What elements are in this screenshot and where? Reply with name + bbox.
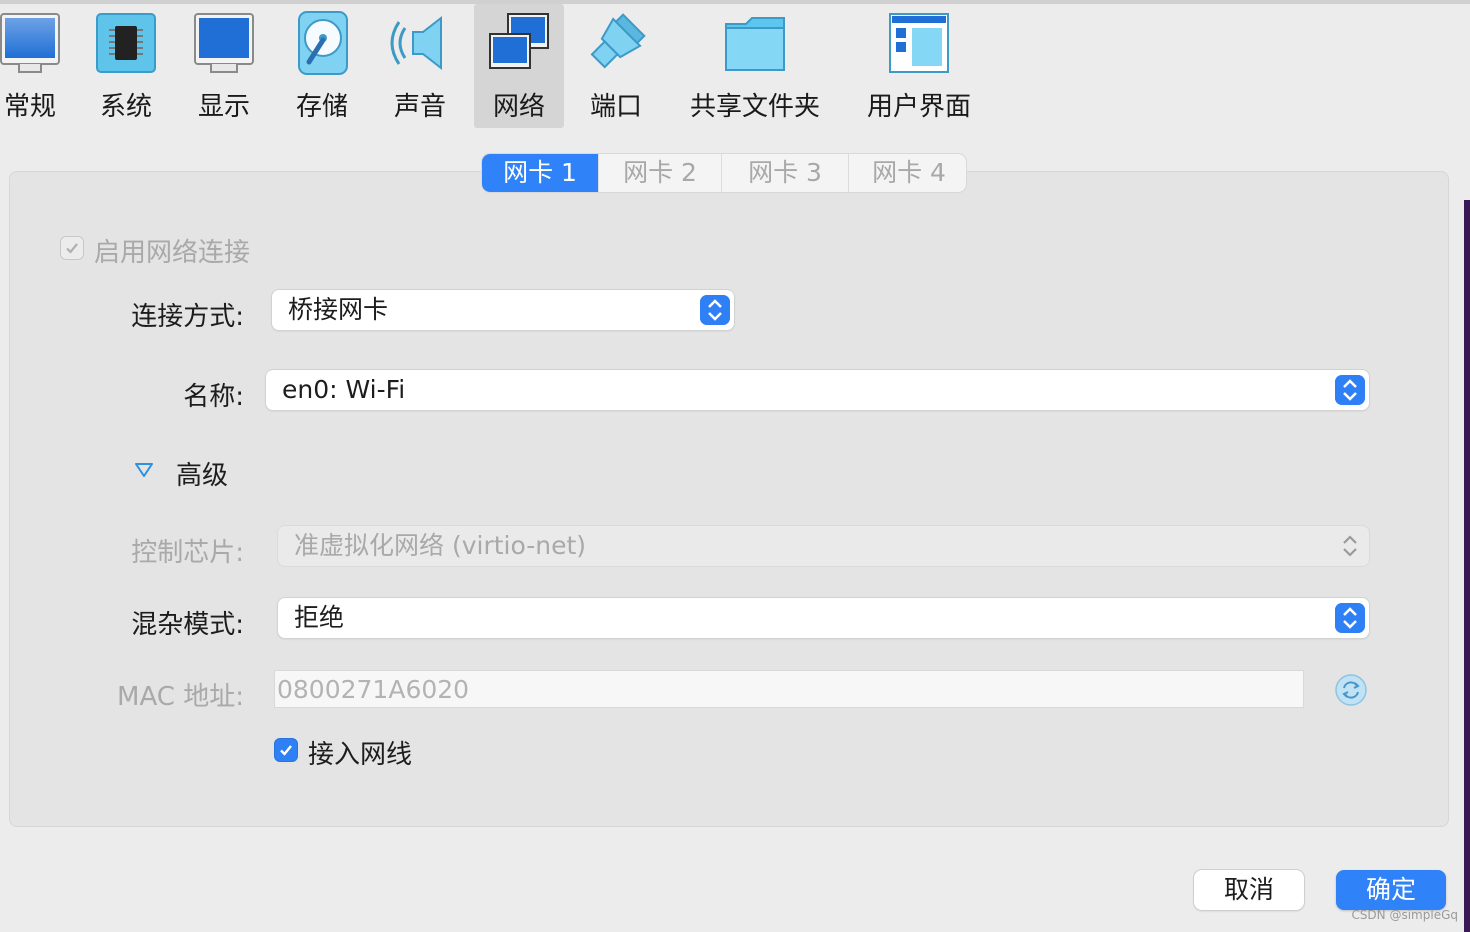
tab-adapter-3[interactable]: 网卡 3 xyxy=(722,154,849,192)
watermark: CSDN @simpleGq xyxy=(1351,908,1458,922)
toolbar-label: 系统 xyxy=(99,92,152,122)
toolbar-item-storage[interactable]: 存储 xyxy=(286,4,358,128)
enable-network-label: 启用网络连接 xyxy=(94,238,251,268)
toolbar-label: 声音 xyxy=(393,92,446,122)
toolbar-item-shared-folders[interactable]: 共享文件夹 xyxy=(680,4,830,128)
toolbar-label: 显示 xyxy=(197,92,250,122)
tab-adapter-1[interactable]: 网卡 1 xyxy=(482,154,599,192)
toolbar-item-ports[interactable]: 端口 xyxy=(580,4,652,128)
adapter-type-value: 准虚拟化网络 (virtio-net) xyxy=(294,531,587,560)
refresh-mac-icon[interactable] xyxy=(1334,673,1368,707)
promiscuous-value: 拒绝 xyxy=(294,603,345,632)
desktop-edge xyxy=(1464,200,1470,932)
chevron-updown-icon xyxy=(1335,375,1365,405)
promiscuous-label: 混杂模式: xyxy=(131,610,244,640)
toolbar-label: 常规 xyxy=(3,92,56,122)
chip-icon xyxy=(96,13,156,73)
network-icon xyxy=(489,13,549,69)
toolbar-label: 端口 xyxy=(589,92,642,122)
advanced-label[interactable]: 高级 xyxy=(176,455,228,492)
disk-icon xyxy=(298,11,348,75)
shared-folder-icon xyxy=(725,17,785,71)
toolbar-label: 网络 xyxy=(492,92,545,122)
toolbar-item-user-interface[interactable]: 用户界面 xyxy=(858,4,980,128)
adapter-type-select[interactable]: 准虚拟化网络 (virtio-net) xyxy=(278,526,1369,566)
toolbar-item-system[interactable]: 系统 xyxy=(90,4,162,128)
toolbar-label: 存储 xyxy=(295,92,348,122)
chevron-updown-icon xyxy=(1335,603,1365,633)
cancel-button[interactable]: 取消 xyxy=(1194,870,1304,910)
display-icon xyxy=(194,13,254,73)
speaker-icon xyxy=(390,15,442,71)
adapter-tabs: 网卡 1 网卡 2 网卡 3 网卡 4 xyxy=(482,154,966,192)
cable-connected-label: 接入网线 xyxy=(308,740,413,770)
mac-address-value: 0800271A6020 xyxy=(277,675,470,704)
mac-address-field[interactable]: 0800271A6020 xyxy=(274,670,1304,708)
checkmark-icon xyxy=(66,243,78,254)
chevron-updown-icon xyxy=(700,295,730,325)
mac-address-label: MAC 地址: xyxy=(117,682,244,712)
user-interface-icon xyxy=(889,13,949,73)
attached-to-label: 连接方式: xyxy=(131,302,244,332)
network-settings-panel xyxy=(9,171,1449,827)
toolbar-label: 用户界面 xyxy=(866,92,971,122)
monitor-general-icon xyxy=(0,13,60,73)
toolbar-item-audio[interactable]: 声音 xyxy=(384,4,456,128)
enable-network-checkbox[interactable] xyxy=(60,236,84,260)
name-label: 名称: xyxy=(183,382,244,412)
toolbar-item-display[interactable]: 显示 xyxy=(188,4,260,128)
attached-to-value: 桥接网卡 xyxy=(288,295,389,324)
serial-port-icon xyxy=(590,13,646,69)
disclosure-triangle-icon[interactable] xyxy=(134,462,154,478)
toolbar-item-general[interactable]: 常规 xyxy=(0,4,66,128)
toolbar-label: 共享文件夹 xyxy=(689,92,820,122)
toolbar-item-network[interactable]: 网络 xyxy=(474,4,564,128)
adapter-type-label: 控制芯片: xyxy=(131,538,244,568)
name-select[interactable]: en0: Wi-Fi xyxy=(266,370,1369,410)
chevron-updown-icon xyxy=(1343,535,1357,557)
ok-button[interactable]: 确定 xyxy=(1336,870,1446,910)
promiscuous-select[interactable]: 拒绝 xyxy=(278,598,1369,638)
checkmark-icon xyxy=(280,745,292,756)
attached-to-select[interactable]: 桥接网卡 xyxy=(272,290,734,330)
settings-toolbar: 常规 系统 显示 存储 声音 网络 端口 共享文件夹 用户界面 xyxy=(0,4,1000,128)
name-value: en0: Wi-Fi xyxy=(282,375,406,404)
cable-connected-checkbox[interactable] xyxy=(274,738,298,762)
tab-adapter-4[interactable]: 网卡 4 xyxy=(849,154,966,192)
tab-adapter-2[interactable]: 网卡 2 xyxy=(599,154,722,192)
